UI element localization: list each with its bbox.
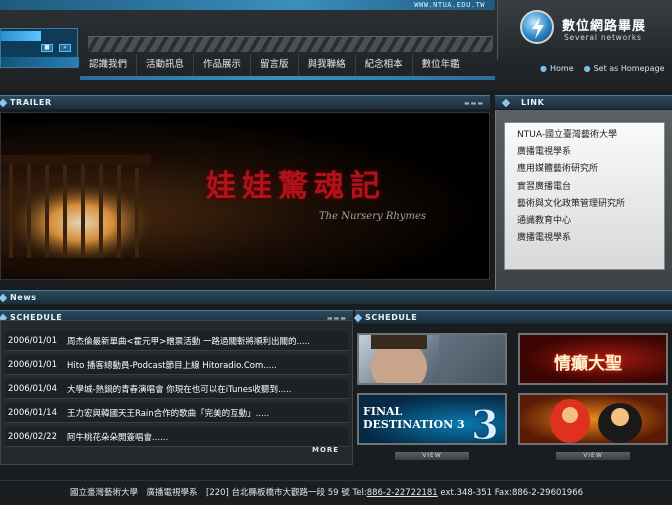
link-item-general-education[interactable]: 通識教育中心	[517, 213, 664, 230]
more-button[interactable]: MORE	[312, 446, 339, 454]
link-item-radio-station[interactable]: 實習廣播電台	[517, 179, 664, 196]
diamond-icon	[501, 98, 511, 108]
site-url: WWW.NTUA.EDU.TW	[414, 1, 485, 9]
top-bar: WWW.NTUA.EDU.TW ■ » ▶ 認識我們 活動訊息 作品展示 留言版…	[0, 0, 672, 90]
footer-suffix: ext.348-351 Fax:886-2-29601966	[437, 488, 584, 498]
diamond-icon	[0, 98, 8, 108]
item-title: 大學城-熱鍋的青春演唱會 你現在也可以在iTunes收聽到.....	[67, 384, 292, 395]
item-date: 2006/01/01	[8, 335, 57, 346]
view-button[interactable]: VIEW	[395, 452, 469, 460]
home-link[interactable]: ● Home	[540, 64, 574, 73]
dots-icon: ▬▬▬	[463, 100, 484, 107]
main-nav: 認識我們 活動訊息 作品展示 留言版 與我聯絡 紀念相本 數位年鑑	[80, 54, 495, 76]
movie-thumbnail[interactable]: FINAL DESTINATION 3 3	[357, 393, 507, 445]
news-heading: News	[10, 293, 37, 302]
link-header: LINK	[495, 95, 672, 109]
thumb-title: 情癲大聖	[554, 354, 622, 374]
logo-title: 數位網路畢展	[562, 19, 647, 34]
list-item[interactable]: 2006/02/22 阿牛桃花朵朵開簽唱會......	[5, 427, 348, 447]
movie-thumbnail[interactable]	[357, 333, 507, 385]
item-date: 2006/01/14	[8, 407, 57, 418]
trailer-heading: TRAILER	[10, 98, 52, 107]
portrait-illustration	[371, 335, 505, 383]
cartoon-illustration	[550, 399, 642, 443]
stop-icon[interactable]: ■	[41, 44, 53, 52]
lightning-logo-icon	[520, 10, 554, 44]
footer-address: 國立臺灣藝術大學 廣播電視學系 [220] 台北縣板橋市大觀路一段 59 號 T…	[70, 481, 583, 505]
item-date: 2006/02/22	[8, 431, 57, 442]
item-title: 王力宏與韓國天王Rain合作的歌曲「完美的互動」.....	[67, 408, 270, 419]
set-homepage-link[interactable]: ● Set as Homepage	[584, 64, 665, 73]
player-progress-bar	[1, 31, 41, 41]
diamond-icon	[0, 293, 8, 303]
footer-prefix: 國立臺灣藝術大學 廣播電視學系 [220] 台北縣板橋市大觀路一段 59 號 T…	[70, 488, 367, 498]
list-item[interactable]: 2006/01/04 大學城-熱鍋的青春演唱會 你現在也可以在iTunes收聽到…	[5, 379, 348, 399]
player-volume-bar	[1, 57, 79, 67]
list-item[interactable]: 2006/01/01 Hito 播客總動員-Podcast節目上線 Hitora…	[5, 355, 348, 375]
nav-item-yearbook[interactable]: 數位年鑑	[413, 54, 469, 76]
logo-area[interactable]: 數位網路畢展 Several networks	[497, 0, 672, 60]
nav-item-contact[interactable]: 與我聯絡	[299, 54, 356, 76]
link-item-radio-tv-2[interactable]: 廣播電視學系	[517, 230, 664, 247]
link-heading: LINK	[521, 98, 545, 107]
link-item-arts-policy[interactable]: 藝術與文化政策管理研究所	[517, 196, 664, 213]
trailer-title: 娃娃驚魂記	[206, 169, 386, 204]
list-item[interactable]: 2006/01/01 周杰倫最新單曲<霍元甲>贈票活動 一路過關斬將順利出關的.…	[5, 331, 348, 351]
trailer-subtitle: The Nursery Rhymes	[319, 211, 426, 222]
crib-illustration	[1, 155, 161, 268]
link-item-media-arts[interactable]: 應用媒體藝術研究所	[517, 161, 664, 178]
link-panel: NTUA-國立臺灣藝術大學 廣播電視學系 應用媒體藝術研究所 實習廣播電台 藝術…	[495, 110, 672, 290]
list-item[interactable]: 2006/01/14 王力宏與韓國天王Rain合作的歌曲「完美的互動」.....	[5, 403, 348, 423]
decorative-stripes	[88, 36, 493, 52]
item-date: 2006/01/01	[8, 359, 57, 370]
header-links: ● Home ● Set as Homepage	[540, 64, 665, 73]
number-three-graphic: 3	[471, 402, 500, 445]
schedule-heading-right: SCHEDULE	[365, 313, 418, 322]
nav-item-works[interactable]: 作品展示	[194, 54, 252, 76]
nav-item-album[interactable]: 紀念相本	[356, 54, 413, 76]
news-title-wrap: News	[0, 291, 200, 305]
trailer-header: TRAILER ▬▬▬	[0, 95, 490, 109]
nav-underline	[80, 76, 495, 80]
news-header: News	[0, 290, 672, 304]
svg-text:3: 3	[471, 402, 499, 445]
item-title: 阿牛桃花朵朵開簽唱會......	[67, 432, 169, 443]
movie-thumbnail[interactable]	[518, 393, 668, 445]
schedule-header-right: SCHEDULE	[353, 310, 672, 324]
logo-subtitle: Several networks	[564, 33, 642, 42]
footer-tel-link[interactable]: 886-2-22722181	[367, 488, 438, 498]
trailer-banner[interactable]: 娃娃驚魂記 The Nursery Rhymes	[0, 112, 490, 280]
schedule-list: 2006/01/01 周杰倫最新單曲<霍元甲>贈票活動 一路過關斬將順利出關的.…	[0, 320, 353, 465]
nav-item-guestbook[interactable]: 留言版	[251, 54, 299, 76]
fast-forward-icon[interactable]: »	[59, 44, 71, 52]
footer: 國立臺灣藝術大學 廣播電視學系 [220] 台北縣板橋市大觀路一段 59 號 T…	[0, 480, 672, 505]
item-title: Hito 播客總動員-Podcast節目上線 Hitoradio.Com....…	[67, 360, 277, 371]
link-list: NTUA-國立臺灣藝術大學 廣播電視學系 應用媒體藝術研究所 實習廣播電台 藝術…	[504, 122, 665, 270]
url-strip: WWW.NTUA.EDU.TW	[0, 0, 495, 10]
view-button[interactable]: VIEW	[556, 452, 630, 460]
link-item-ntua[interactable]: NTUA-國立臺灣藝術大學	[517, 127, 664, 144]
item-title: 周杰倫最新單曲<霍元甲>贈票活動 一路過關斬將順利出關的.....	[67, 336, 310, 347]
movie-thumbnail[interactable]: 情癲大聖	[518, 333, 668, 385]
media-player-widget[interactable]: ■ » ▶	[0, 28, 79, 68]
link-item-radio-tv[interactable]: 廣播電視學系	[517, 144, 664, 161]
nav-item-events[interactable]: 活動訊息	[137, 54, 195, 76]
diamond-icon	[353, 313, 363, 323]
item-date: 2006/01/04	[8, 383, 57, 394]
nav-item-about[interactable]: 認識我們	[80, 54, 138, 76]
